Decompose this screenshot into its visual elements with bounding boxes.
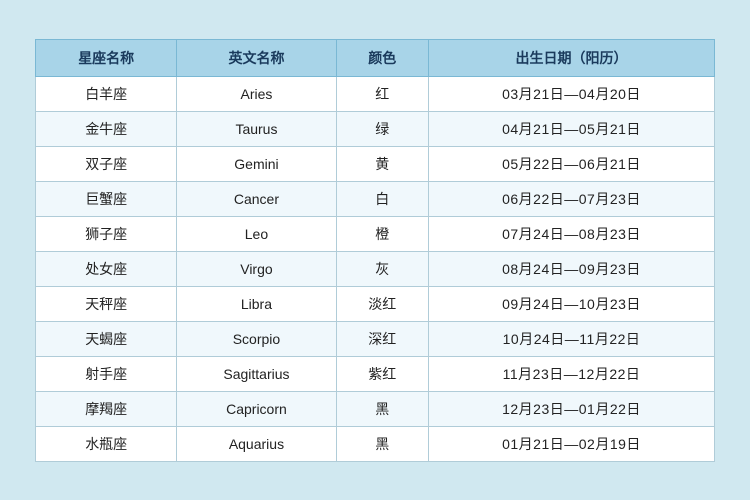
color-value: 黄	[336, 146, 429, 181]
english-name: Aries	[177, 76, 336, 111]
col-header-dates: 出生日期（阳历）	[429, 39, 715, 76]
table-row: 巨蟹座Cancer白06月22日—07月23日	[36, 181, 715, 216]
color-value: 深红	[336, 321, 429, 356]
chinese-name: 摩羯座	[36, 391, 177, 426]
table-row: 天蝎座Scorpio深红10月24日—11月22日	[36, 321, 715, 356]
date-range: 05月22日—06月21日	[429, 146, 715, 181]
chinese-name: 白羊座	[36, 76, 177, 111]
chinese-name: 水瓶座	[36, 426, 177, 461]
table-row: 天秤座Libra淡红09月24日—10月23日	[36, 286, 715, 321]
color-value: 白	[336, 181, 429, 216]
chinese-name: 天蝎座	[36, 321, 177, 356]
zodiac-table: 星座名称 英文名称 颜色 出生日期（阳历） 白羊座Aries红03月21日—04…	[35, 39, 715, 462]
table-row: 水瓶座Aquarius黑01月21日—02月19日	[36, 426, 715, 461]
english-name: Gemini	[177, 146, 336, 181]
chinese-name: 双子座	[36, 146, 177, 181]
date-range: 06月22日—07月23日	[429, 181, 715, 216]
col-header-chinese: 星座名称	[36, 39, 177, 76]
english-name: Libra	[177, 286, 336, 321]
table-row: 狮子座Leo橙07月24日—08月23日	[36, 216, 715, 251]
date-range: 12月23日—01月22日	[429, 391, 715, 426]
table-row: 处女座Virgo灰08月24日—09月23日	[36, 251, 715, 286]
color-value: 淡红	[336, 286, 429, 321]
english-name: Leo	[177, 216, 336, 251]
date-range: 09月24日—10月23日	[429, 286, 715, 321]
table-row: 摩羯座Capricorn黑12月23日—01月22日	[36, 391, 715, 426]
date-range: 04月21日—05月21日	[429, 111, 715, 146]
table-row: 双子座Gemini黄05月22日—06月21日	[36, 146, 715, 181]
color-value: 灰	[336, 251, 429, 286]
col-header-english: 英文名称	[177, 39, 336, 76]
chinese-name: 狮子座	[36, 216, 177, 251]
date-range: 10月24日—11月22日	[429, 321, 715, 356]
table-row: 金牛座Taurus绿04月21日—05月21日	[36, 111, 715, 146]
chinese-name: 金牛座	[36, 111, 177, 146]
table-row: 射手座Sagittarius紫红11月23日—12月22日	[36, 356, 715, 391]
date-range: 11月23日—12月22日	[429, 356, 715, 391]
main-container: 星座名称 英文名称 颜色 出生日期（阳历） 白羊座Aries红03月21日—04…	[15, 29, 735, 472]
color-value: 黑	[336, 391, 429, 426]
english-name: Sagittarius	[177, 356, 336, 391]
english-name: Taurus	[177, 111, 336, 146]
date-range: 01月21日—02月19日	[429, 426, 715, 461]
color-value: 紫红	[336, 356, 429, 391]
date-range: 08月24日—09月23日	[429, 251, 715, 286]
chinese-name: 巨蟹座	[36, 181, 177, 216]
color-value: 绿	[336, 111, 429, 146]
english-name: Cancer	[177, 181, 336, 216]
chinese-name: 射手座	[36, 356, 177, 391]
english-name: Capricorn	[177, 391, 336, 426]
color-value: 黑	[336, 426, 429, 461]
color-value: 红	[336, 76, 429, 111]
color-value: 橙	[336, 216, 429, 251]
english-name: Virgo	[177, 251, 336, 286]
table-row: 白羊座Aries红03月21日—04月20日	[36, 76, 715, 111]
table-header-row: 星座名称 英文名称 颜色 出生日期（阳历）	[36, 39, 715, 76]
col-header-color: 颜色	[336, 39, 429, 76]
english-name: Scorpio	[177, 321, 336, 356]
date-range: 03月21日—04月20日	[429, 76, 715, 111]
chinese-name: 天秤座	[36, 286, 177, 321]
english-name: Aquarius	[177, 426, 336, 461]
date-range: 07月24日—08月23日	[429, 216, 715, 251]
chinese-name: 处女座	[36, 251, 177, 286]
